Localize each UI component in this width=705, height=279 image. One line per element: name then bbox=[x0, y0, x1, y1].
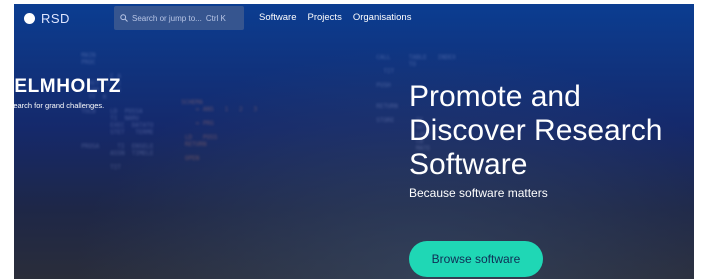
hero-headline: Promote and Discover Research Software bbox=[409, 80, 663, 181]
search-shortcut: Ctrl K bbox=[205, 13, 226, 23]
logo-text: RSD bbox=[41, 11, 70, 26]
search-icon bbox=[120, 14, 128, 22]
nav-link-organisations[interactable]: Organisations bbox=[353, 12, 412, 23]
nav-link-projects[interactable]: Projects bbox=[308, 12, 342, 23]
search-placeholder: Search or jump to... bbox=[132, 13, 202, 23]
hero-subline: Because software matters bbox=[409, 186, 548, 200]
search-input[interactable]: Search or jump to... Ctrl K bbox=[114, 6, 244, 30]
helmholtz-brand: HELMHOLTZ Research for grand challenges. bbox=[14, 76, 122, 111]
nav-link-software[interactable]: Software bbox=[259, 12, 297, 23]
brand-tagline: Research for grand challenges. bbox=[14, 101, 105, 110]
brand-title: HELMHOLTZ bbox=[14, 76, 122, 97]
nav-links: Software Projects Organisations bbox=[259, 12, 411, 23]
rsd-logo[interactable]: RSD bbox=[24, 11, 70, 26]
hero-banner: MAIN PROC C A RET 2 1 CPP 2 TT R TOLB LD… bbox=[14, 4, 694, 279]
browse-software-button[interactable]: Browse software bbox=[409, 241, 543, 277]
background-code-warm: SCHEMA = ANS 1 2 3 = PRG LD POSS RETURN … bbox=[181, 99, 258, 162]
top-navbar: RSD Search or jump to... Ctrl K Software… bbox=[14, 4, 694, 32]
background-code: MAIN PROC C A RET 2 1 CPP 2 TT R TOLB LD… bbox=[81, 52, 154, 171]
logo-circle-icon bbox=[24, 13, 35, 24]
